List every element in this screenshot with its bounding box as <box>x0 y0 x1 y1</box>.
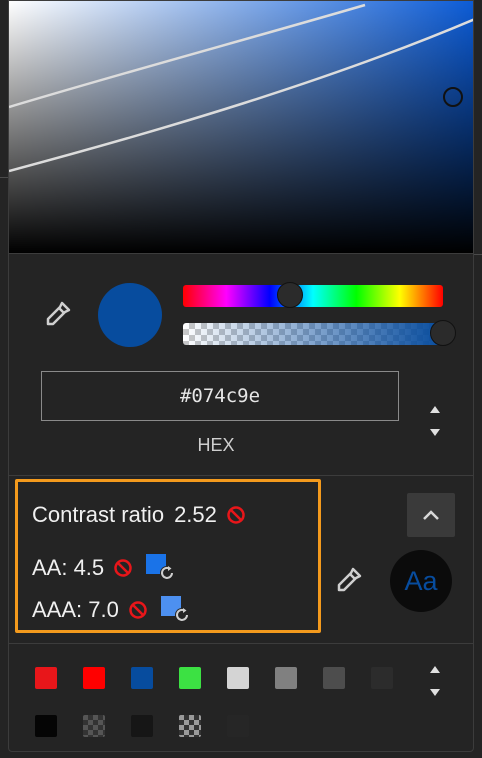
hue-slider-handle[interactable] <box>277 282 303 308</box>
palette-swatch[interactable] <box>227 715 249 737</box>
palette-swatch[interactable] <box>179 667 201 689</box>
saturation-value-area[interactable] <box>9 1 473 253</box>
palette-swatch[interactable] <box>83 667 105 689</box>
auto-fix-icon[interactable] <box>146 554 176 582</box>
auto-fix-icon[interactable] <box>160 596 191 624</box>
contrast-title: Contrast ratio <box>32 502 165 527</box>
hex-input[interactable] <box>41 371 399 421</box>
aa-label: AA: 4.5 <box>32 555 105 580</box>
no-entry-icon <box>227 506 245 524</box>
palette-swatch[interactable] <box>275 667 297 689</box>
collapse-contrast-button[interactable] <box>407 493 455 537</box>
palette-swatch[interactable] <box>131 715 153 737</box>
bg-divider <box>0 177 8 178</box>
no-entry-icon <box>129 601 147 619</box>
contrast-ratio-value: 2.52 <box>174 502 217 527</box>
alpha-slider[interactable] <box>183 323 443 345</box>
aaa-row: AAA: 7.0 <box>32 596 191 624</box>
palette-swatch[interactable] <box>131 667 153 689</box>
bg-divider <box>474 254 482 255</box>
saturation-value-handle[interactable] <box>443 87 463 107</box>
current-color-swatch <box>98 283 162 347</box>
divider <box>9 643 473 644</box>
palette-swatch[interactable] <box>35 667 57 689</box>
up-down-stepper-icon[interactable] <box>427 666 443 696</box>
chevron-up-icon <box>423 510 439 520</box>
color-picker-popup: HEX Contrast ratio 2.52 AA: 4.5 <box>8 0 474 752</box>
eyedropper-icon[interactable] <box>332 563 366 597</box>
contrast-ratio-row: Contrast ratio 2.52 <box>32 502 245 528</box>
contrast-section: Contrast ratio 2.52 AA: 4.5 AAA: 7.0 <box>15 479 321 633</box>
eyedropper-icon[interactable] <box>41 297 75 331</box>
format-label: HEX <box>197 435 235 455</box>
no-entry-icon <box>114 559 132 577</box>
hue-slider[interactable] <box>183 285 443 307</box>
palette-swatch[interactable] <box>371 667 393 689</box>
palette-swatch[interactable] <box>83 715 105 737</box>
palette-swatch[interactable] <box>227 667 249 689</box>
alpha-slider-handle[interactable] <box>430 320 456 346</box>
aa-row: AA: 4.5 <box>32 554 176 582</box>
contrast-boundary-lines <box>9 3 473 173</box>
aaa-label: AAA: 7.0 <box>32 597 119 622</box>
contrast-preview: Aa <box>390 550 452 612</box>
divider <box>9 253 473 254</box>
palette-swatch[interactable] <box>35 715 57 737</box>
divider <box>9 475 473 476</box>
palette-swatch[interactable] <box>323 667 345 689</box>
palette-swatch[interactable] <box>179 715 201 737</box>
up-down-stepper-icon[interactable] <box>427 406 443 436</box>
